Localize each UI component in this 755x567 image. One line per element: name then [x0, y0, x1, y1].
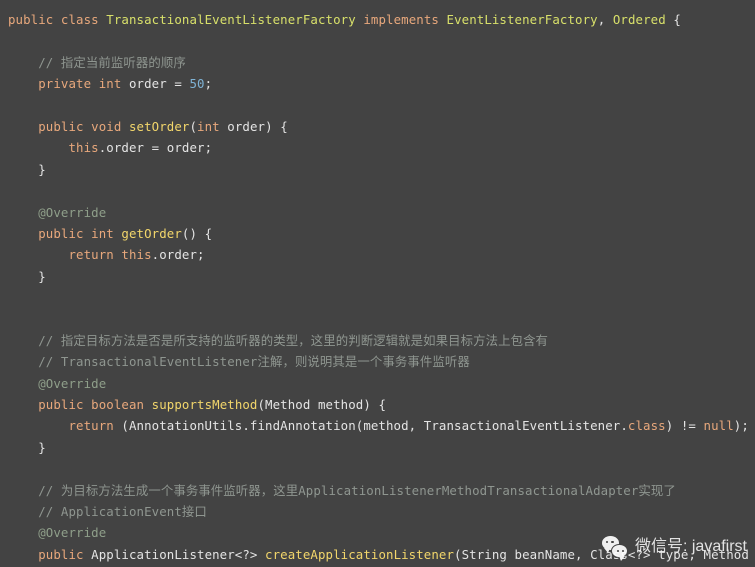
wechat-logo-icon — [601, 536, 628, 561]
code-token: // 为目标方法生成一个事务事件监听器，这里ApplicationListene… — [8, 482, 676, 498]
code-token: public — [38, 118, 84, 134]
code-token: (AnnotationUtils.findAnnotation(method, … — [113, 418, 628, 434]
code-line: @Override — [0, 373, 755, 394]
code-token: createApplicationListener — [265, 546, 455, 562]
code-token: // ApplicationEvent接口 — [8, 503, 207, 519]
code-token: order = — [121, 76, 190, 92]
code-token: } — [8, 268, 46, 284]
code-token: (Method method) { — [257, 397, 387, 413]
code-token: int — [197, 118, 220, 134]
code-token: int — [98, 76, 122, 92]
code-token: public — [38, 397, 84, 413]
code-line: public int getOrder() { — [0, 223, 755, 244]
code-token: () { — [181, 225, 213, 241]
code-token: ); — [733, 418, 749, 434]
code-token: .order; — [151, 247, 205, 263]
code-line: // ApplicationEvent接口 — [0, 501, 755, 522]
code-token: setOrder — [128, 118, 190, 134]
code-token: } — [8, 161, 46, 177]
code-token: ) != — [665, 418, 704, 434]
code-line: // 指定当前监听器的顺序 — [0, 52, 755, 73]
code-token: implements — [363, 12, 439, 27]
code-token: public — [38, 225, 84, 241]
code-line: return this.order; — [0, 244, 755, 265]
code-token: TransactionalEventListenerFactory — [106, 12, 356, 27]
code-token: null — [703, 418, 734, 434]
code-token: supportsMethod — [151, 397, 258, 413]
code-token: @Override — [8, 375, 107, 391]
code-line: } — [0, 437, 755, 458]
code-token: EventListenerFactory — [446, 12, 598, 27]
code-line: } — [0, 159, 755, 180]
code-token: order) { — [219, 118, 288, 134]
code-token: return — [68, 418, 114, 434]
code-line: @Override — [0, 202, 755, 223]
code-token: } — [8, 439, 46, 455]
code-token: @Override — [8, 525, 107, 541]
watermark-text: 微信号: javafirst — [634, 538, 747, 555]
code-token: this — [121, 247, 152, 263]
code-token: this — [68, 140, 99, 156]
code-token: @Override — [8, 204, 107, 220]
code-token: getOrder — [121, 225, 182, 241]
code-line: // TransactionalEventListener注解，则说明其是一个事… — [0, 351, 755, 372]
code-block: public class TransactionalEventListenerF… — [0, 0, 755, 567]
code-line: // 为目标方法生成一个事务事件监听器，这里ApplicationListene… — [0, 480, 755, 501]
code-token: public — [8, 12, 54, 27]
code-token: public — [38, 546, 84, 562]
code-line: } — [0, 266, 755, 287]
wechat-watermark: 微信号: javafirst — [601, 536, 747, 561]
code-line: this.order = order; — [0, 137, 755, 158]
code-token: { — [665, 12, 681, 27]
code-screenshot: public class TransactionalEventListenerF… — [0, 0, 755, 567]
code-token: int — [91, 225, 114, 241]
code-token: class — [627, 418, 666, 434]
code-token: private — [38, 76, 92, 92]
code-token: // 指定目标方法是否是所支持的监听器的类型，这里的判断逻辑就是如果目标方法上包… — [8, 332, 549, 348]
code-token: boolean — [91, 397, 145, 413]
code-token: 50 — [189, 76, 205, 92]
code-line: private int order = 50; — [0, 73, 755, 94]
code-line: public boolean supportsMethod(Method met… — [0, 394, 755, 415]
code-token: ( — [189, 118, 198, 134]
code-token: // 指定当前监听器的顺序 — [8, 54, 186, 70]
code-line: return (AnnotationUtils.findAnnotation(m… — [0, 415, 755, 436]
code-token: class — [60, 12, 99, 27]
code-token: return — [68, 247, 114, 263]
code-token: void — [91, 118, 122, 134]
code-token: .order = order; — [98, 140, 213, 156]
code-token: ; — [204, 76, 213, 92]
code-token: Ordered — [612, 12, 666, 27]
code-line: public class TransactionalEventListenerF… — [0, 9, 755, 30]
code-token: // TransactionalEventListener注解，则说明其是一个事… — [8, 354, 470, 370]
code-line: // 指定目标方法是否是所支持的监听器的类型，这里的判断逻辑就是如果目标方法上包… — [0, 330, 755, 351]
code-token: ApplicationListener<?> — [83, 546, 266, 562]
code-line: public void setOrder(int order) { — [0, 116, 755, 137]
code-token: , — [597, 12, 613, 27]
